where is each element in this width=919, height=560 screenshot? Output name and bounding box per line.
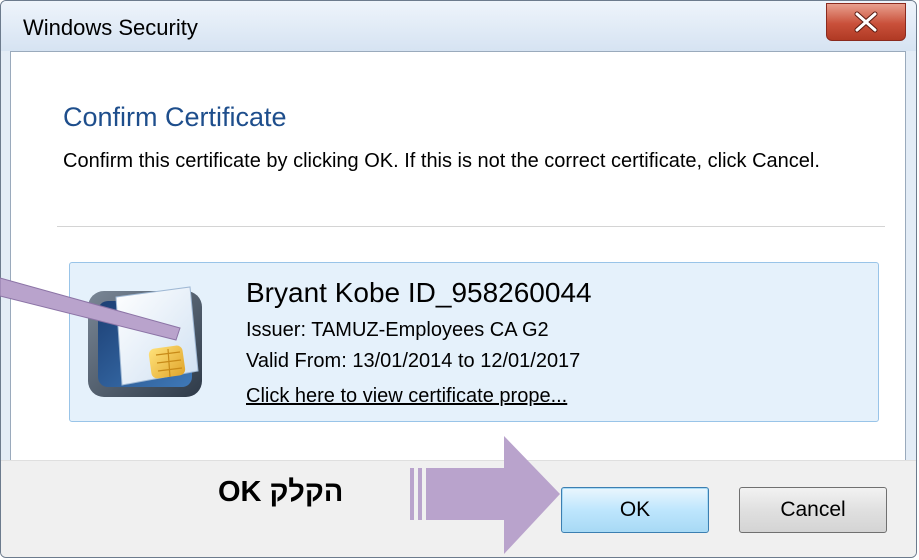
title-bar[interactable]: Windows Security: [1, 1, 916, 51]
ok-button[interactable]: OK: [561, 487, 709, 533]
view-certificate-link[interactable]: Click here to view certificate prope...: [246, 385, 567, 408]
annotation-arrow-to-ok: [410, 436, 560, 554]
dialog-description: Confirm this certificate by clicking OK.…: [63, 150, 820, 172]
certificate-name: Bryant Kobe ID_958260044: [246, 277, 592, 308]
annotation-label: הקלק OK: [218, 476, 344, 508]
certificate-issuer: Issuer: TAMUZ-Employees CA G2: [246, 319, 549, 341]
separator: [57, 226, 885, 227]
dialog-heading: Confirm Certificate: [63, 102, 287, 132]
certificate-validity: Valid From: 13/01/2014 to 12/01/2017: [246, 350, 581, 372]
window-title: Windows Security: [23, 15, 198, 40]
annotation-arrow-to-card: [0, 277, 181, 341]
close-button[interactable]: [826, 3, 906, 41]
close-icon: [854, 11, 878, 33]
cancel-button[interactable]: Cancel: [739, 487, 887, 533]
